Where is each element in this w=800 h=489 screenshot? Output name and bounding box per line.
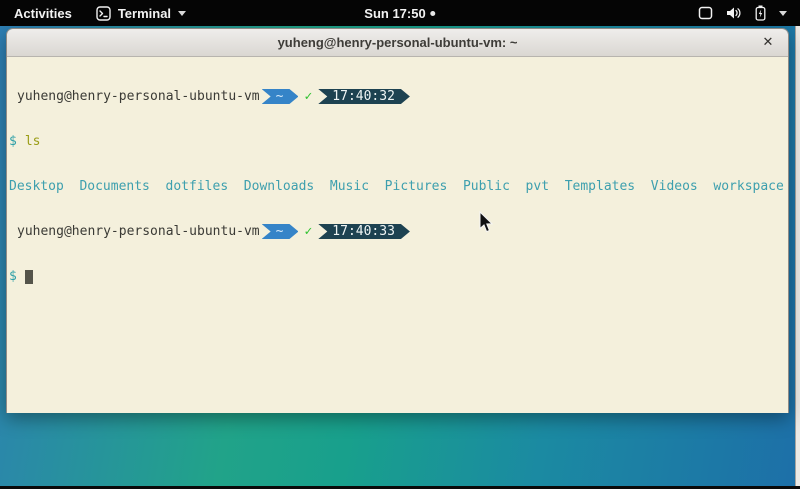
activities-label: Activities (14, 6, 72, 21)
prompt-path-segment: ~ (262, 89, 299, 104)
battery-charging-icon (755, 5, 766, 21)
typed-command: ls (25, 134, 41, 149)
clock-label: Sun 17:50 (364, 6, 425, 21)
terminal-window: yuheng@henry-personal-ubuntu-vm: ~ ✕ yuh… (6, 28, 789, 413)
close-icon: ✕ (763, 35, 774, 50)
screen-icon (698, 6, 713, 20)
app-menu-terminal[interactable]: Terminal (86, 0, 196, 26)
activities-button[interactable]: Activities (0, 0, 86, 26)
prompt-line: yuheng@henry-personal-ubuntu-vm~ ✓ 17:40:3… (9, 224, 786, 239)
terminal-content[interactable]: yuheng@henry-personal-ubuntu-vm~✓17:40:3… (7, 57, 788, 413)
shell-prompt-symbol: $ (9, 269, 17, 284)
clock-button[interactable]: Sun 17:50 (364, 0, 435, 26)
prompt-path-segment: ~ (262, 224, 299, 239)
prompt-status-check: ✓ (304, 224, 312, 239)
chevron-down-icon (779, 11, 787, 16)
input-line: $ (9, 269, 786, 284)
prompt-time-badge: 17:40:32 (318, 89, 410, 104)
prompt-line: yuheng@henry-personal-ubuntu-vm~ ✓ 17:40:3… (9, 89, 786, 104)
prompt-user-host: yuheng@henry-personal-ubuntu-vm (9, 89, 260, 104)
text-cursor-block (25, 270, 33, 284)
top-bar: Activities Terminal Sun 17:50 (0, 0, 800, 26)
window-title: yuheng@henry-personal-ubuntu-vm: ~ (278, 35, 518, 50)
window-title-bar[interactable]: yuheng@henry-personal-ubuntu-vm: ~ ✕ (7, 29, 788, 57)
close-button[interactable]: ✕ (759, 34, 777, 52)
chevron-down-icon (178, 11, 186, 16)
system-status-menu[interactable] (685, 0, 800, 26)
terminal-icon (96, 6, 111, 21)
app-menu-label: Terminal (118, 6, 171, 21)
prompt-status-check: ✓ (304, 89, 312, 104)
background-window-edge (795, 26, 800, 486)
ls-output-line: Desktop Documents dotfiles Downloads Mus… (9, 179, 786, 194)
notification-dot-icon (431, 11, 436, 16)
volume-icon (726, 6, 742, 20)
command-line: $ ls (9, 134, 786, 149)
shell-prompt-symbol: $ (9, 134, 17, 149)
prompt-user-host: yuheng@henry-personal-ubuntu-vm (9, 224, 260, 239)
prompt-time-badge: 17:40:33 (318, 224, 410, 239)
